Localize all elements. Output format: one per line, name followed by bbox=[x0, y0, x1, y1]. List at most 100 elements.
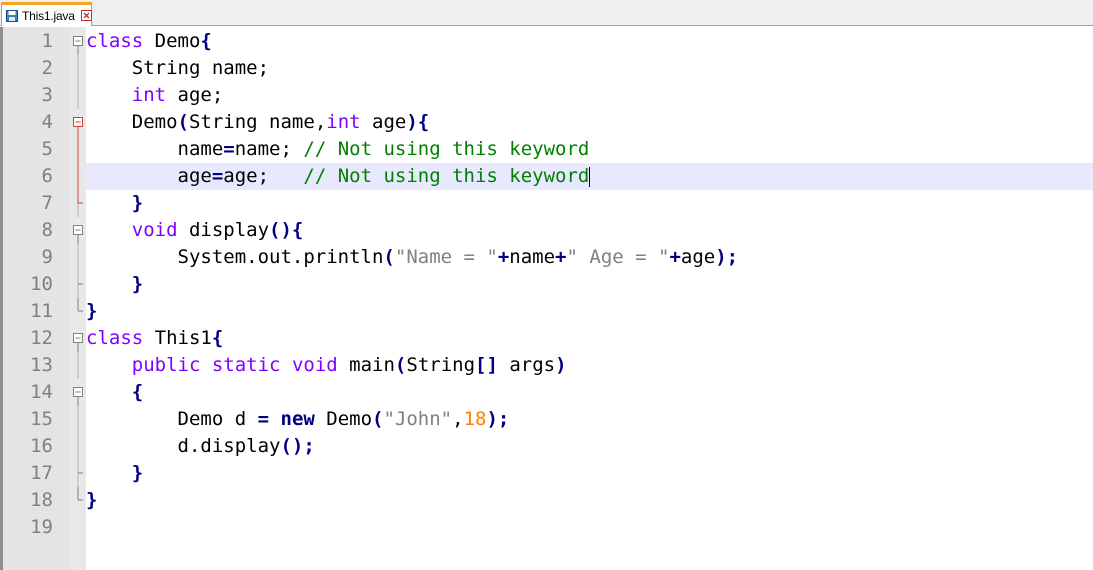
code-token: } bbox=[131, 273, 144, 295]
code-token: "Name = " bbox=[394, 246, 498, 268]
code-text: d.display(); bbox=[86, 433, 315, 460]
code-token: 18 bbox=[463, 408, 487, 430]
code-token: } bbox=[131, 462, 144, 484]
text-caret bbox=[589, 166, 591, 187]
line-number: 7 bbox=[41, 192, 53, 214]
line-number: 10 bbox=[30, 273, 53, 295]
code-line[interactable]: 12 class This1{ bbox=[3, 325, 1093, 352]
fold-line-icon bbox=[70, 460, 86, 487]
code-token: { bbox=[211, 327, 224, 349]
code-token: class bbox=[86, 327, 144, 349]
code-token: age bbox=[86, 165, 212, 187]
file-tab[interactable]: This1.java bbox=[1, 2, 92, 26]
code-line[interactable]: 2 String name; bbox=[3, 55, 1093, 82]
code-token: + bbox=[497, 246, 510, 268]
line-number: 9 bbox=[41, 246, 53, 268]
code-token: String bbox=[406, 354, 476, 376]
notepad-editor-window: This1.java 1 class Demo{2 String name; 3 i… bbox=[0, 0, 1093, 570]
code-token: ); bbox=[486, 408, 510, 430]
code-token: } bbox=[131, 192, 144, 214]
line-number: 19 bbox=[30, 516, 53, 538]
fold-line-icon bbox=[70, 190, 86, 217]
code-line[interactable]: 10 } bbox=[3, 271, 1093, 298]
code-token: (){ bbox=[269, 219, 304, 241]
code-line[interactable]: 14 { bbox=[3, 379, 1093, 406]
code-text: int age; bbox=[86, 82, 224, 109]
code-token: ( bbox=[372, 408, 384, 430]
code-token: " Age = " bbox=[566, 246, 670, 268]
code-line[interactable]: 19 bbox=[3, 514, 1093, 541]
close-icon[interactable] bbox=[80, 10, 92, 21]
code-line[interactable]: 7 } bbox=[3, 190, 1093, 217]
code-line[interactable]: 1 class Demo{ bbox=[3, 28, 1093, 55]
code-text: System.out.println("Name = "+name+" Age … bbox=[86, 244, 739, 271]
code-token: Demo bbox=[314, 408, 373, 430]
fold-line-icon bbox=[70, 514, 86, 541]
code-token: { bbox=[131, 381, 144, 403]
code-line[interactable]: 5 name=name; // Not using this keyword bbox=[3, 136, 1093, 163]
code-token: "John" bbox=[383, 408, 453, 430]
code-token: ){ bbox=[406, 111, 430, 133]
code-token: This1 bbox=[143, 327, 212, 349]
code-token: void bbox=[131, 219, 178, 241]
code-line[interactable]: 4 Demo(String name,int age){ bbox=[3, 109, 1093, 136]
line-number: 15 bbox=[30, 408, 53, 430]
code-token: name bbox=[86, 138, 224, 160]
code-token: } bbox=[86, 489, 98, 511]
code-token: System.out.println bbox=[86, 246, 384, 268]
fold-toggle-icon[interactable] bbox=[70, 379, 86, 406]
tab-label: This1.java bbox=[22, 8, 75, 23]
code-text: class This1{ bbox=[86, 325, 223, 352]
code-token: , bbox=[452, 408, 464, 430]
fold-toggle-icon[interactable] bbox=[70, 325, 86, 352]
line-number: 17 bbox=[30, 462, 53, 484]
fold-toggle-icon[interactable] bbox=[70, 109, 86, 136]
code-token: args bbox=[497, 354, 556, 376]
code-line[interactable]: 8 void display(){ bbox=[3, 217, 1093, 244]
code-editor[interactable]: 1 class Demo{2 String name; 3 int age; 4 De… bbox=[0, 27, 1093, 570]
code-token: d.display bbox=[86, 435, 281, 457]
code-line[interactable]: 17 } bbox=[3, 460, 1093, 487]
code-line[interactable]: 3 int age; bbox=[3, 82, 1093, 109]
code-token: void bbox=[291, 354, 338, 376]
code-token: int bbox=[326, 111, 361, 133]
code-token: (); bbox=[280, 435, 315, 457]
code-token: ( bbox=[394, 354, 407, 376]
code-token: age; bbox=[223, 165, 304, 187]
code-token: public bbox=[131, 354, 201, 376]
code-line[interactable]: 11} bbox=[3, 298, 1093, 325]
fold-line-icon bbox=[70, 433, 86, 460]
code-token: + bbox=[555, 246, 567, 268]
code-token: + bbox=[669, 246, 681, 268]
line-number: 14 bbox=[30, 381, 53, 403]
line-number: 11 bbox=[30, 300, 53, 322]
line-number: 2 bbox=[41, 57, 53, 79]
code-text: } bbox=[86, 487, 97, 514]
code-token: age bbox=[360, 111, 407, 133]
code-token: int bbox=[131, 84, 167, 106]
line-number: 12 bbox=[30, 327, 53, 349]
code-line[interactable]: 18} bbox=[3, 487, 1093, 514]
code-line[interactable]: 13 public static void main(String[] args… bbox=[3, 352, 1093, 379]
code-token: = bbox=[211, 165, 224, 187]
code-token: ) bbox=[555, 354, 567, 376]
fold-line-icon bbox=[70, 406, 86, 433]
code-token: age; bbox=[166, 84, 224, 106]
code-token: ( bbox=[383, 246, 395, 268]
fold-toggle-icon[interactable] bbox=[70, 28, 86, 55]
code-text: name=name; // Not using this keyword bbox=[86, 136, 590, 163]
code-line[interactable]: 9 System.out.println("Name = "+name+" Ag… bbox=[3, 244, 1093, 271]
save-file-icon bbox=[6, 9, 18, 22]
code-text: class Demo{ bbox=[86, 28, 212, 55]
code-token: display bbox=[177, 219, 270, 241]
code-line[interactable]: 16 d.display(); bbox=[3, 433, 1093, 460]
code-line[interactable]: 6 age=age; // Not using this keyword bbox=[3, 163, 1093, 190]
fold-toggle-icon[interactable] bbox=[70, 217, 86, 244]
code-text: Demo(String name,int age){ bbox=[86, 109, 430, 136]
fold-line-icon bbox=[70, 82, 86, 109]
code-line[interactable]: 15 Demo d = new Demo("John",18); bbox=[3, 406, 1093, 433]
line-number: 4 bbox=[41, 111, 53, 133]
fold-line-icon bbox=[70, 55, 86, 82]
